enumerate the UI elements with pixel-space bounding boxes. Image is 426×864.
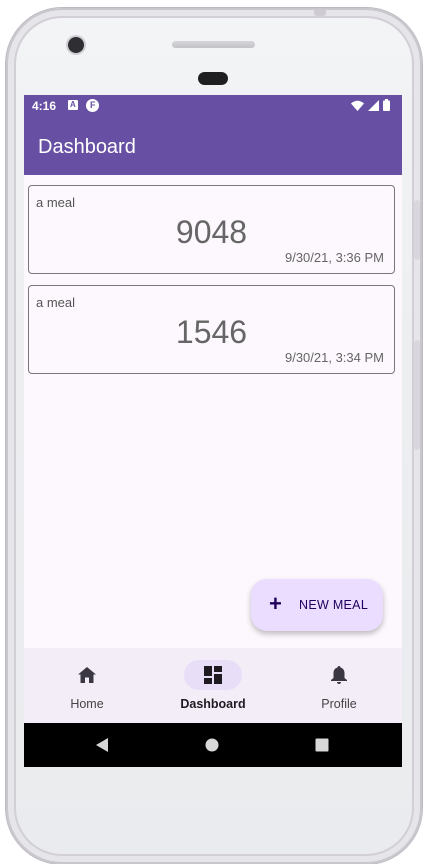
power-button bbox=[414, 340, 420, 450]
nav-label-dashboard: Dashboard bbox=[180, 697, 246, 711]
system-home-button[interactable] bbox=[182, 723, 242, 767]
meal-value: 1546 bbox=[175, 314, 248, 350]
meal-value: 9048 bbox=[175, 214, 248, 250]
status-time: 4:16 bbox=[32, 99, 57, 113]
signal-icon bbox=[368, 99, 379, 111]
nav-icon-container bbox=[184, 660, 242, 690]
frame-detail bbox=[314, 10, 326, 16]
home-icon bbox=[78, 667, 96, 683]
notification-f-icon: F bbox=[86, 99, 99, 112]
plus-icon: + bbox=[269, 591, 282, 616]
status-bar: 4:16 A F bbox=[24, 95, 402, 117]
page-title: Dashboard bbox=[38, 136, 136, 158]
battery-icon bbox=[383, 99, 390, 111]
meal-title: a meal bbox=[36, 195, 76, 210]
meal-title: a meal bbox=[36, 295, 76, 310]
dashboard-icon bbox=[204, 666, 222, 684]
meal-card[interactable]: a meal 9048 9/30/21, 3:36 PM bbox=[28, 185, 395, 274]
volume-button bbox=[414, 200, 420, 260]
nav-item-home[interactable]: Home bbox=[24, 648, 150, 723]
meal-date: 9/30/21, 3:36 PM bbox=[284, 250, 384, 265]
nav-item-dashboard[interactable]: Dashboard bbox=[150, 648, 276, 723]
meal-list: a meal 9048 9/30/21, 3:36 PM a meal 1546… bbox=[28, 185, 397, 385]
phone-screen: 4:16 A F Dashboard a meal 9048 9/30/21, … bbox=[24, 95, 402, 767]
back-triangle-icon bbox=[96, 738, 108, 752]
top-app-bar: Dashboard bbox=[24, 117, 402, 175]
nav-item-profile[interactable]: Profile bbox=[276, 648, 402, 723]
notification-a-icon: A bbox=[68, 100, 78, 110]
nav-icon-container bbox=[58, 660, 116, 690]
meal-date: 9/30/21, 3:34 PM bbox=[284, 350, 384, 365]
meal-card[interactable]: a meal 1546 9/30/21, 3:34 PM bbox=[28, 285, 395, 374]
earpiece-speaker bbox=[172, 41, 255, 48]
new-meal-button[interactable]: + NEW MEAL bbox=[251, 579, 383, 631]
wifi-icon bbox=[351, 100, 364, 111]
bell-icon bbox=[331, 666, 347, 684]
recents-square-icon bbox=[315, 738, 329, 752]
system-navigation-bar bbox=[24, 723, 402, 767]
home-circle-icon bbox=[205, 738, 219, 752]
system-recents-button[interactable] bbox=[292, 723, 352, 767]
status-indicators bbox=[351, 99, 390, 111]
nav-label-home: Home bbox=[70, 697, 104, 711]
bottom-navigation: Home Dashboard Profile bbox=[24, 648, 402, 723]
system-back-button[interactable] bbox=[72, 723, 132, 767]
proximity-sensor bbox=[198, 72, 228, 85]
nav-label-profile: Profile bbox=[321, 697, 357, 711]
front-camera bbox=[68, 37, 84, 53]
nav-icon-container bbox=[310, 660, 368, 690]
new-meal-label: NEW MEAL bbox=[299, 598, 369, 612]
